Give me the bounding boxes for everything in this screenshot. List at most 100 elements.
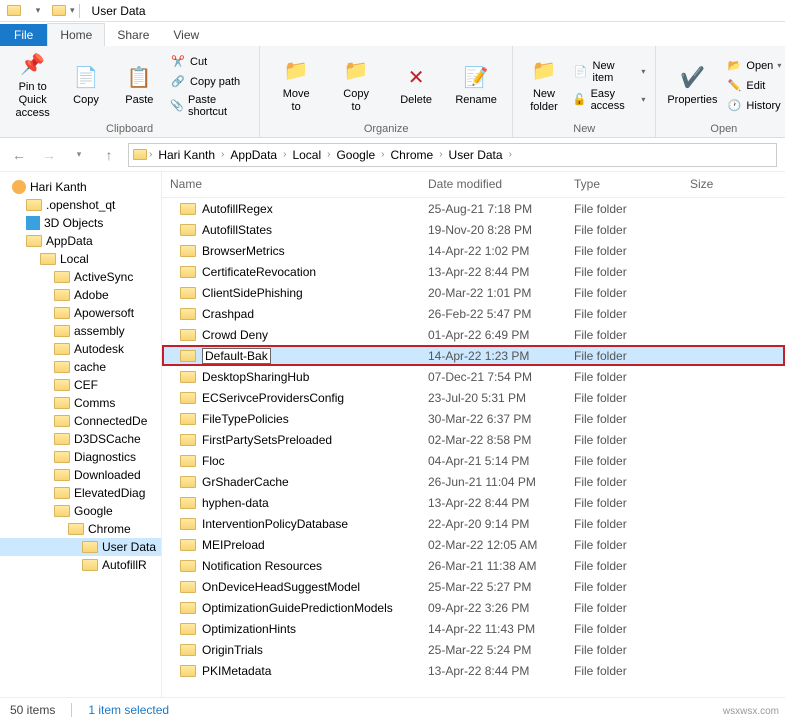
folder-icon — [180, 518, 196, 530]
easy-access-button[interactable]: 🔓Easy access ▾ — [571, 87, 648, 113]
tree-item[interactable]: AutofillR — [0, 556, 161, 574]
chevron-right-icon[interactable]: › — [149, 149, 152, 160]
copy-button[interactable]: 📄Copy — [61, 50, 110, 121]
table-row[interactable]: FileTypePolicies30-Mar-22 6:37 PMFile fo… — [162, 408, 785, 429]
chevron-down-icon[interactable]: ▾ — [70, 5, 75, 16]
open-button[interactable]: 📂Open ▾ — [724, 57, 783, 75]
tree-item[interactable]: User Data — [0, 538, 161, 556]
tab-home[interactable]: Home — [47, 23, 105, 46]
tree-item[interactable]: Chrome — [0, 520, 161, 538]
table-row[interactable]: OnDeviceHeadSuggestModel25-Mar-22 5:27 P… — [162, 576, 785, 597]
move-to-button[interactable]: 📁Move to — [268, 50, 324, 121]
tree-item[interactable]: Downloaded — [0, 466, 161, 484]
tree-item[interactable]: Adobe — [0, 286, 161, 304]
up-button[interactable]: ↑ — [98, 144, 120, 166]
column-name[interactable]: Name — [162, 172, 420, 197]
column-date[interactable]: Date modified — [420, 172, 566, 197]
breadcrumb-item[interactable]: User Data — [445, 148, 507, 162]
tab-file[interactable]: File — [0, 24, 47, 46]
tree-item[interactable]: ConnectedDe — [0, 412, 161, 430]
table-row[interactable]: OriginTrials25-Mar-22 5:24 PMFile folder — [162, 639, 785, 660]
table-row[interactable]: Floc04-Apr-21 5:14 PMFile folder — [162, 450, 785, 471]
table-row[interactable]: AutofillRegex25-Aug-21 7:18 PMFile folde… — [162, 198, 785, 219]
table-row[interactable]: MEIPreload02-Mar-22 12:05 AMFile folder — [162, 534, 785, 555]
table-row[interactable]: Crashpad26-Feb-22 5:47 PMFile folder — [162, 303, 785, 324]
tree-item[interactable]: ElevatedDiag — [0, 484, 161, 502]
breadcrumb-item[interactable]: AppData — [226, 148, 281, 162]
breadcrumb-item[interactable]: Hari Kanth — [154, 148, 219, 162]
file-type: File folder — [566, 433, 682, 447]
breadcrumb[interactable]: › Hari Kanth›AppData›Local›Google›Chrome… — [128, 143, 777, 167]
properties-icon: ✔️ — [678, 64, 706, 92]
delete-button[interactable]: ✕Delete — [388, 50, 444, 121]
chevron-right-icon[interactable]: › — [509, 149, 512, 160]
tree-item[interactable]: D3DSCache — [0, 430, 161, 448]
tree-item[interactable]: CEF — [0, 376, 161, 394]
tree-item[interactable]: assembly — [0, 322, 161, 340]
table-row[interactable]: ECSerivceProvidersConfig23-Jul-20 5:31 P… — [162, 387, 785, 408]
properties-button[interactable]: ✔️Properties — [664, 50, 720, 121]
table-row[interactable]: AutofillStates19-Nov-20 8:28 PMFile fold… — [162, 219, 785, 240]
table-row[interactable]: Notification Resources26-Mar-21 11:38 AM… — [162, 555, 785, 576]
table-row[interactable]: ClientSidePhishing20-Mar-22 1:01 PMFile … — [162, 282, 785, 303]
tree-item[interactable]: Comms — [0, 394, 161, 412]
breadcrumb-item[interactable]: Chrome — [387, 148, 438, 162]
rename-button[interactable]: 📝Rename — [448, 50, 504, 121]
chevron-right-icon[interactable]: › — [283, 149, 286, 160]
tree-item[interactable]: cache — [0, 358, 161, 376]
table-row[interactable]: hyphen-data13-Apr-22 8:44 PMFile folder — [162, 492, 785, 513]
tree-item[interactable]: .openshot_qt — [0, 196, 161, 214]
table-row[interactable]: Default-Bak14-Apr-22 1:23 PMFile folder — [162, 345, 785, 366]
delete-icon: ✕ — [402, 64, 430, 92]
file-date: 07-Dec-21 7:54 PM — [420, 370, 566, 384]
forward-button[interactable]: → — [38, 144, 60, 166]
table-row[interactable]: FirstPartySetsPreloaded02-Mar-22 8:58 PM… — [162, 429, 785, 450]
table-row[interactable]: BrowserMetrics14-Apr-22 1:02 PMFile fold… — [162, 240, 785, 261]
chevron-right-icon[interactable]: › — [327, 149, 330, 160]
table-row[interactable]: PKIMetadata13-Apr-22 8:44 PMFile folder — [162, 660, 785, 681]
column-type[interactable]: Type — [566, 172, 682, 197]
column-size[interactable]: Size — [682, 172, 785, 197]
tree-item[interactable]: Hari Kanth — [0, 178, 161, 196]
edit-button[interactable]: ✏️Edit — [724, 77, 783, 95]
folder-icon — [180, 539, 196, 551]
copy-to-button[interactable]: 📁Copy to — [328, 50, 384, 121]
tree-item[interactable]: Diagnostics — [0, 448, 161, 466]
tree-item[interactable]: Local — [0, 250, 161, 268]
table-row[interactable]: OptimizationHints14-Apr-22 11:43 PMFile … — [162, 618, 785, 639]
chevron-right-icon[interactable]: › — [381, 149, 384, 160]
breadcrumb-item[interactable]: Google — [332, 148, 379, 162]
navigation-tree[interactable]: Hari Kanth .openshot_qt3D ObjectsAppDataL… — [0, 172, 162, 697]
breadcrumb-item[interactable]: Local — [288, 148, 325, 162]
new-folder-button[interactable]: 📁New folder — [521, 50, 567, 121]
tree-item[interactable]: Google — [0, 502, 161, 520]
folder-icon — [180, 602, 196, 614]
history-button[interactable]: 🕐History — [724, 97, 783, 115]
qat-dropdown-icon[interactable]: ▾ — [28, 1, 48, 21]
tree-item[interactable]: ActiveSync — [0, 268, 161, 286]
tree-item[interactable]: Autodesk — [0, 340, 161, 358]
table-row[interactable]: InterventionPolicyDatabase22-Apr-20 9:14… — [162, 513, 785, 534]
tab-view[interactable]: View — [161, 24, 211, 46]
chevron-right-icon[interactable]: › — [221, 149, 224, 160]
tree-item[interactable]: Apowersoft — [0, 304, 161, 322]
paste-button[interactable]: 📋Paste — [115, 50, 164, 121]
tree-item[interactable]: 3D Objects — [0, 214, 161, 232]
copy-path-button[interactable]: 🔗Copy path — [168, 73, 251, 91]
tree-item[interactable]: AppData — [0, 232, 161, 250]
tab-share[interactable]: Share — [105, 24, 161, 46]
tree-item-label: Hari Kanth — [30, 180, 87, 194]
table-row[interactable]: DesktopSharingHub07-Dec-21 7:54 PMFile f… — [162, 366, 785, 387]
back-button[interactable]: ← — [8, 144, 30, 166]
table-row[interactable]: Crowd Deny01-Apr-22 6:49 PMFile folder — [162, 324, 785, 345]
new-item-button[interactable]: 📄New item ▾ — [571, 59, 648, 85]
table-row[interactable]: CertificateRevocation13-Apr-22 8:44 PMFi… — [162, 261, 785, 282]
quick-access-toolbar: ▾ ▾ — [0, 1, 84, 21]
cut-button[interactable]: ✂️Cut — [168, 53, 251, 71]
table-row[interactable]: OptimizationGuidePredictionModels09-Apr-… — [162, 597, 785, 618]
pin-to-quick-access-button[interactable]: 📌Pin to Quick access — [8, 50, 57, 121]
chevron-right-icon[interactable]: › — [439, 149, 442, 160]
table-row[interactable]: GrShaderCache26-Jun-21 11:04 PMFile fold… — [162, 471, 785, 492]
recent-locations-button[interactable]: ▾ — [68, 144, 90, 166]
paste-shortcut-button[interactable]: 📎Paste shortcut — [168, 93, 251, 119]
